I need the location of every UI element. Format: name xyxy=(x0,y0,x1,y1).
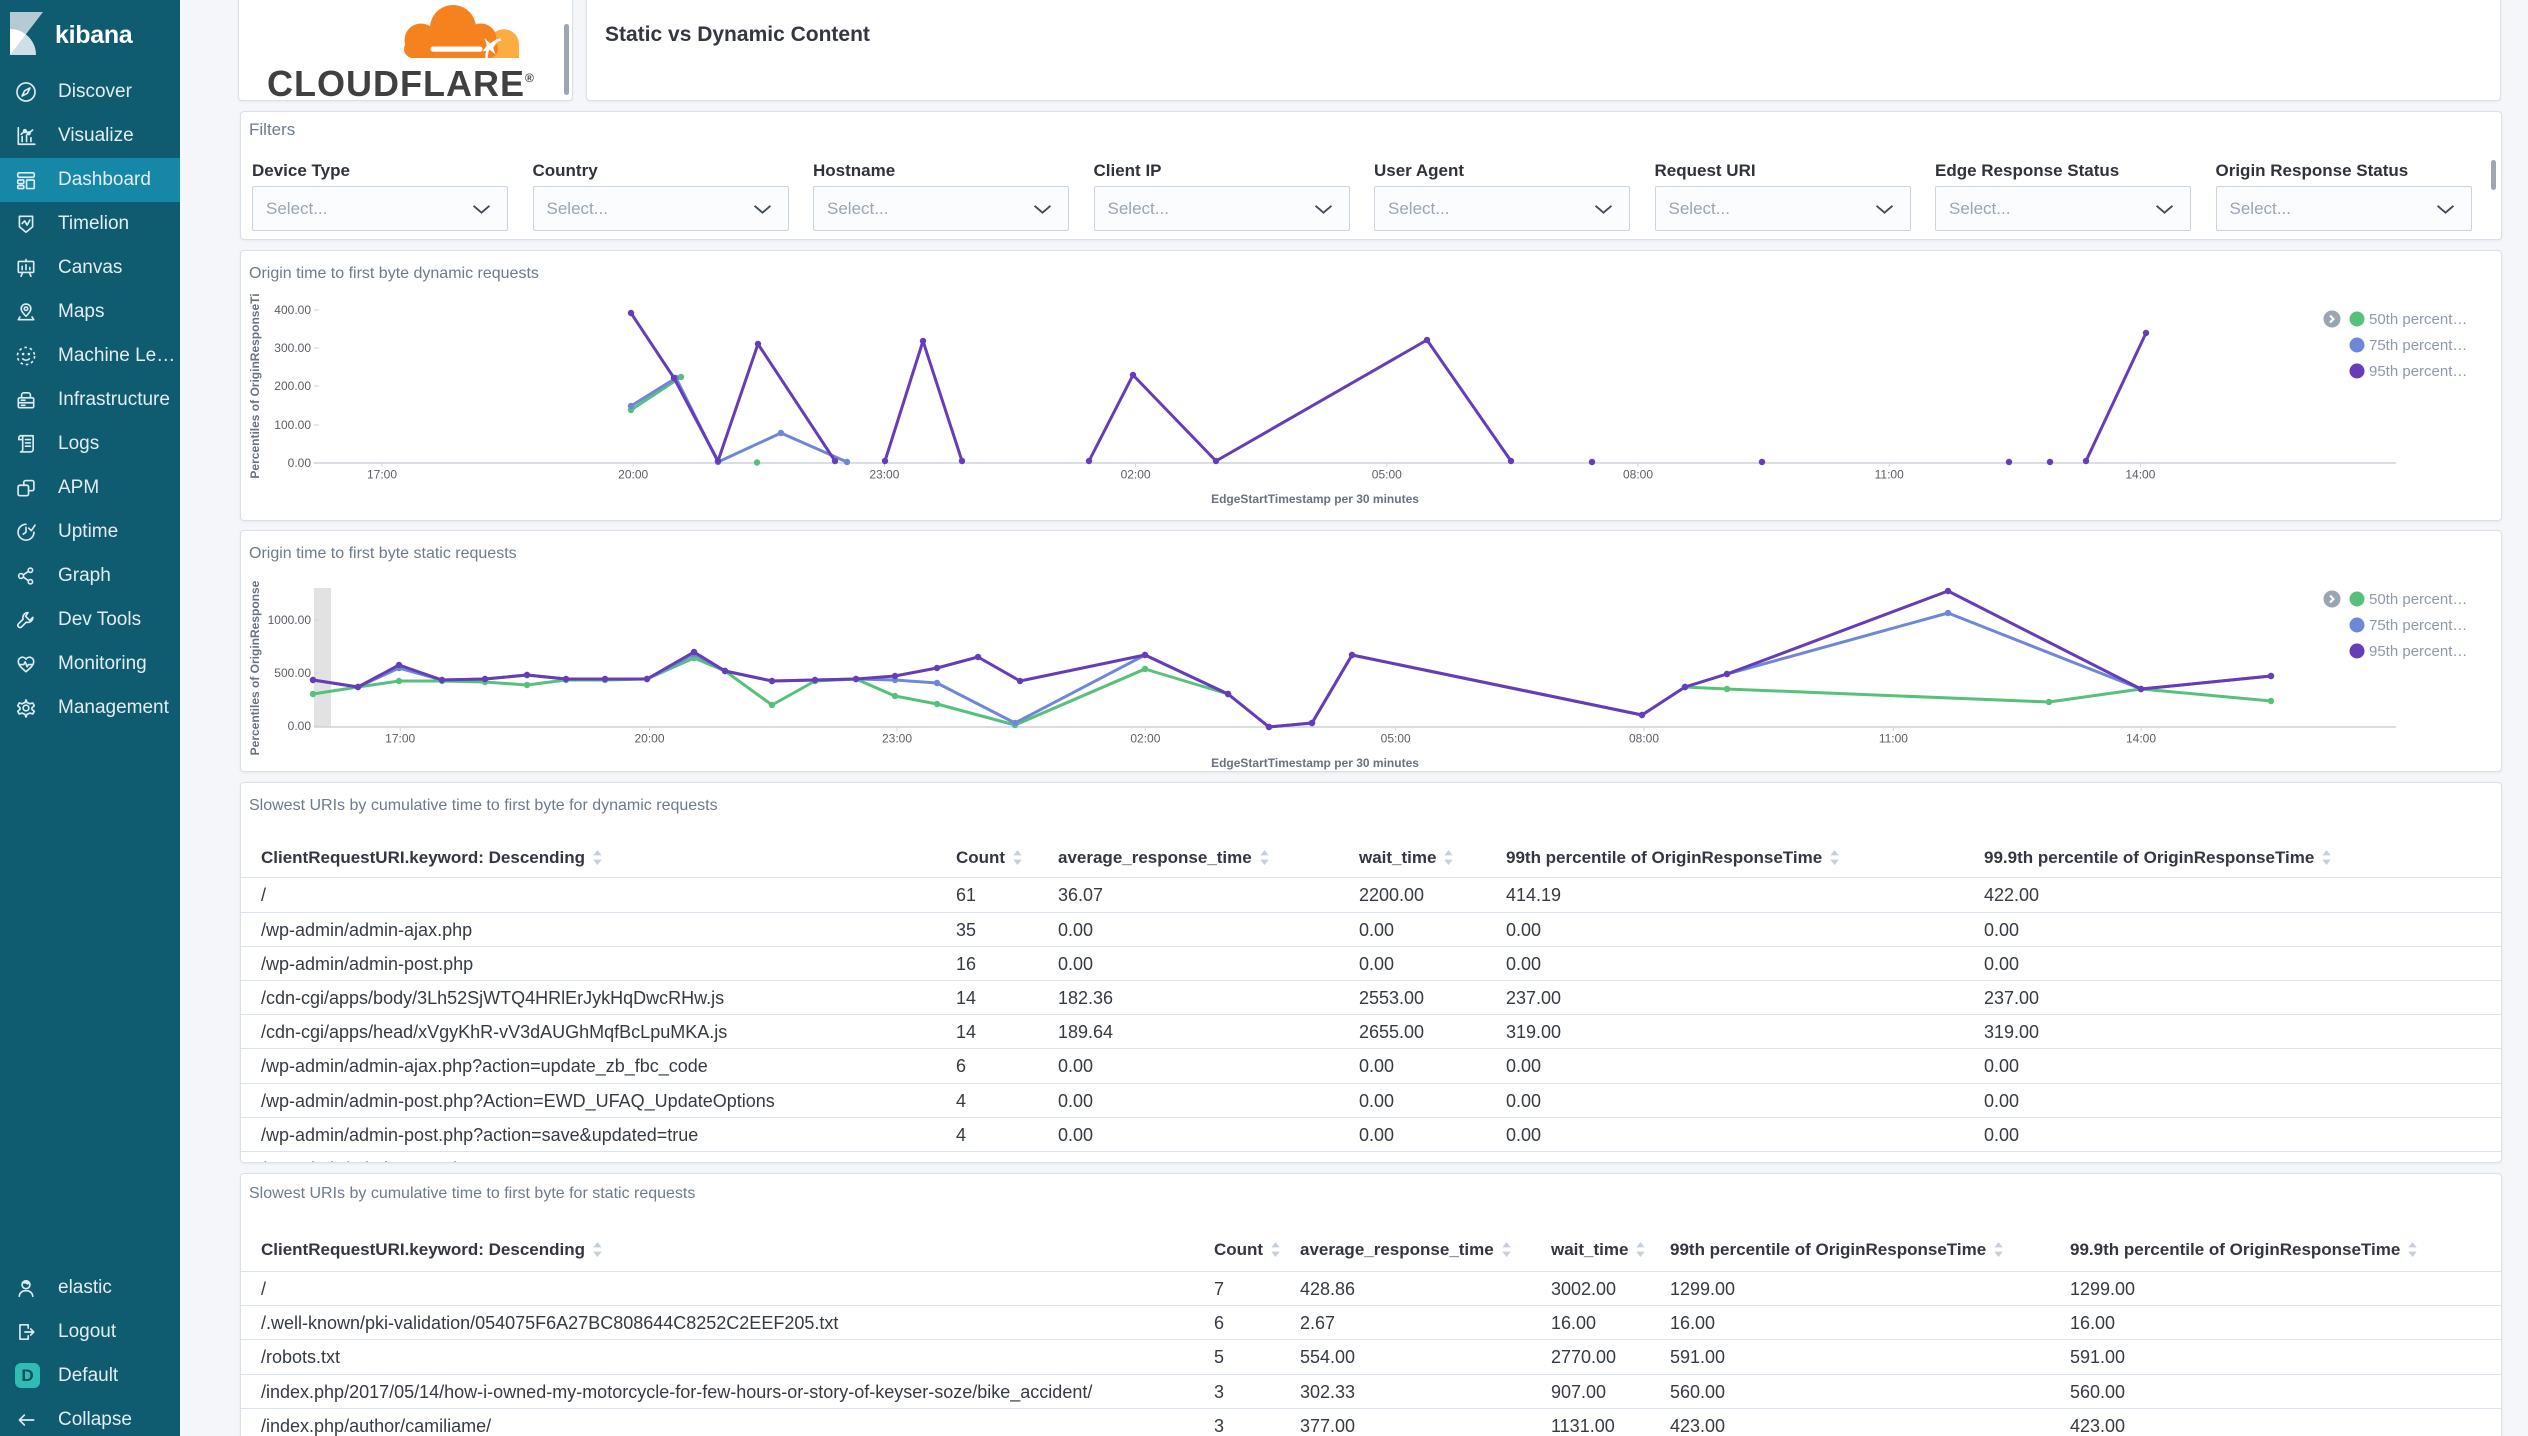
svg-text:EdgeStartTimestamp per 30 minu: EdgeStartTimestamp per 30 minutes xyxy=(1211,492,1419,506)
svg-text:20:00: 20:00 xyxy=(618,468,648,482)
svg-text:200.00: 200.00 xyxy=(274,379,311,393)
svg-text:95th percent…: 95th percent… xyxy=(2369,363,2467,380)
svg-text:23:00: 23:00 xyxy=(869,468,899,482)
svg-text:75th percent…: 75th percent… xyxy=(2369,337,2467,354)
svg-text:17:00: 17:00 xyxy=(367,468,397,482)
svg-text:1000.00: 1000.00 xyxy=(268,613,312,627)
svg-text:EdgeStartTimestamp per 30 minu: EdgeStartTimestamp per 30 minutes xyxy=(1211,756,1419,770)
svg-text:0.00: 0.00 xyxy=(288,719,312,733)
svg-text:14:00: 14:00 xyxy=(2126,732,2156,746)
svg-text:20:00: 20:00 xyxy=(634,732,664,746)
svg-text:11:00: 11:00 xyxy=(1875,468,1904,482)
svg-text:95th percent…: 95th percent… xyxy=(2369,643,2467,660)
svg-text:400.00: 400.00 xyxy=(274,303,311,317)
svg-text:02:00: 02:00 xyxy=(1130,732,1160,746)
svg-text:500.00: 500.00 xyxy=(274,666,311,680)
svg-text:05:00: 05:00 xyxy=(1372,468,1402,482)
svg-text:05:00: 05:00 xyxy=(1381,732,1411,746)
svg-text:23:00: 23:00 xyxy=(882,732,912,746)
svg-text:50th percent…: 50th percent… xyxy=(2369,591,2467,608)
svg-text:08:00: 08:00 xyxy=(1629,732,1659,746)
svg-text:08:00: 08:00 xyxy=(1623,468,1653,482)
svg-text:Percentiles of OriginResponseT: Percentiles of OriginResponseTi xyxy=(248,293,262,478)
svg-text:75th percent…: 75th percent… xyxy=(2369,617,2467,634)
svg-text:100.00: 100.00 xyxy=(274,418,311,432)
svg-text:17:00: 17:00 xyxy=(385,732,415,746)
svg-text:11:00: 11:00 xyxy=(1879,732,1908,746)
svg-text:0.00: 0.00 xyxy=(288,456,312,470)
svg-text:300.00: 300.00 xyxy=(274,341,311,355)
svg-text:14:00: 14:00 xyxy=(2125,468,2155,482)
svg-text:Percentiles of OriginResponse: Percentiles of OriginResponse xyxy=(248,580,262,755)
svg-text:50th percent…: 50th percent… xyxy=(2369,311,2467,328)
svg-text:02:00: 02:00 xyxy=(1121,468,1151,482)
